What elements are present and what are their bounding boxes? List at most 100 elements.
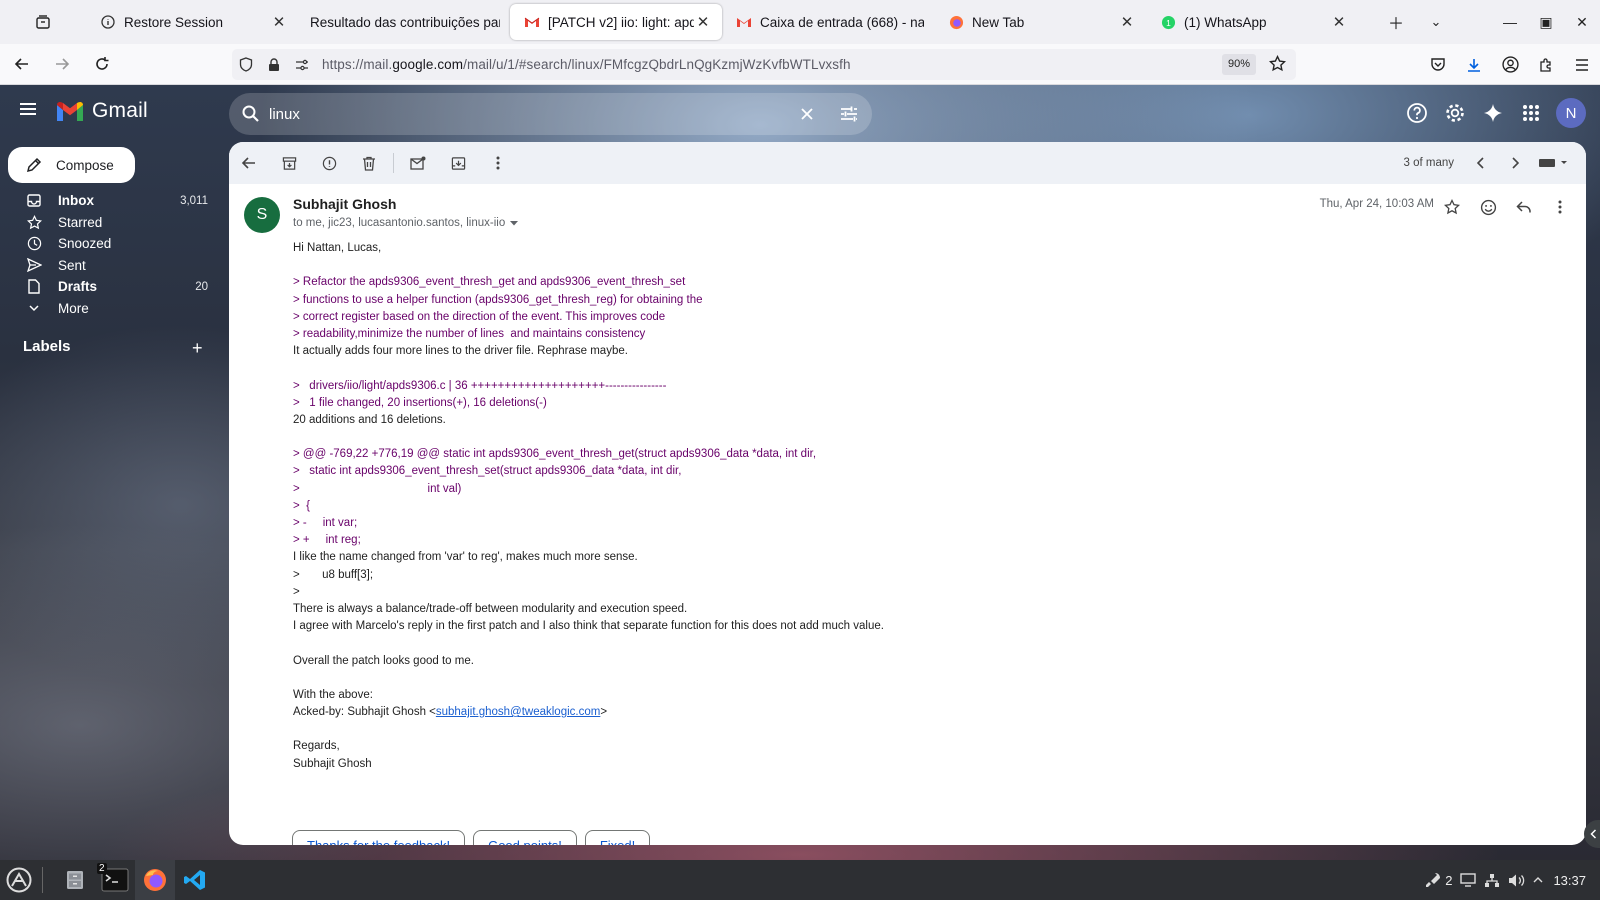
reload-icon[interactable]	[84, 48, 120, 80]
help-icon[interactable]	[1398, 95, 1436, 131]
zoom-level[interactable]: 90%	[1221, 54, 1256, 75]
tab-new-tab[interactable]: New Tab ✕	[934, 0, 1146, 44]
sidebar-item-drafts[interactable]: Drafts 20	[0, 276, 224, 298]
star-icon[interactable]	[1434, 192, 1470, 222]
close-window-icon[interactable]: ✕	[1564, 14, 1600, 31]
sidebar-item-label: Sent	[58, 257, 86, 273]
pocket-icon[interactable]	[1420, 57, 1456, 72]
chevron-down-icon	[26, 304, 42, 312]
apps-grid-icon[interactable]	[1512, 95, 1550, 131]
lock-icon[interactable]	[260, 57, 288, 72]
reply-icon[interactable]	[1506, 192, 1542, 222]
more-vertical-icon[interactable]	[1542, 192, 1578, 222]
main-menu-icon[interactable]	[18, 100, 38, 121]
back-to-list-icon[interactable]	[229, 147, 269, 179]
tab-contribuicoes[interactable]: Resultado das contribuições par	[298, 0, 510, 44]
start-menu-button[interactable]	[0, 860, 38, 900]
side-panel-toggle[interactable]	[1584, 820, 1600, 848]
message-panel: 3 of many S Subhajit Ghosh to me, jic23,…	[229, 142, 1586, 845]
tab-whatsapp[interactable]: 1 (1) WhatsApp ✕	[1146, 0, 1358, 44]
chevron-right-icon[interactable]	[1498, 147, 1532, 179]
caret-down-icon[interactable]	[509, 219, 519, 227]
clock[interactable]: 13:37	[1553, 873, 1586, 888]
acked-prefix: Acked-by: Subhajit Ghosh <	[293, 706, 436, 719]
download-icon[interactable]	[1456, 57, 1492, 73]
add-label-icon[interactable]: +	[192, 338, 203, 359]
tab-caixa-entrada[interactable]: Caixa de entrada (668) - natt	[722, 0, 934, 44]
compose-button[interactable]: Compose	[8, 147, 135, 183]
close-icon[interactable]: ✕	[694, 13, 712, 31]
account-icon[interactable]	[1492, 56, 1528, 73]
gmail-logo[interactable]: Gmail	[56, 99, 148, 123]
quoted-line: > static int apds9306_event_thresh_set(s…	[293, 465, 682, 478]
sender-avatar[interactable]: S	[244, 197, 280, 233]
volume-icon[interactable]	[1508, 873, 1525, 888]
close-icon[interactable]: ✕	[1330, 13, 1348, 31]
smart-reply-chip[interactable]: Good points!	[473, 830, 577, 845]
new-tab-icon[interactable]: ＋	[1376, 10, 1416, 34]
report-spam-icon[interactable]	[309, 147, 349, 179]
message-date: Thu, Apr 24, 10:03 AM	[1319, 198, 1434, 210]
close-icon[interactable]: ✕	[1118, 13, 1136, 31]
bookmark-star-icon[interactable]	[1268, 54, 1287, 75]
chevron-down-icon[interactable]: ⌄	[1416, 14, 1456, 30]
file-cabinet-icon	[67, 871, 83, 889]
search-options-icon[interactable]	[826, 105, 872, 123]
system-tray: 2 13:37	[1421, 860, 1600, 900]
sidebar-item-sent[interactable]: Sent	[0, 255, 224, 277]
permissions-icon[interactable]	[288, 59, 316, 71]
more-vertical-icon[interactable]	[478, 147, 518, 179]
close-icon[interactable]: ✕	[270, 13, 288, 31]
shield-icon[interactable]	[232, 57, 260, 72]
sidebar-item-more[interactable]: More	[0, 298, 224, 320]
file-manager-launcher[interactable]	[55, 860, 95, 900]
tab-manager-button[interactable]	[0, 0, 86, 44]
smart-reply-chip[interactable]: Fixed!	[584, 830, 651, 845]
tray-chevron-icon[interactable]	[1533, 876, 1543, 884]
settings-gear-icon[interactable]	[1436, 95, 1474, 131]
maximize-icon[interactable]: ▣	[1528, 14, 1564, 31]
notification-rocket-icon[interactable]	[1425, 872, 1441, 888]
os-taskbar: 2 2 13:37	[0, 860, 1600, 900]
tab-restore-session[interactable]: Restore Session ✕	[86, 0, 298, 44]
extensions-icon[interactable]	[1528, 57, 1564, 73]
input-tools-icon[interactable]	[1532, 147, 1576, 179]
minimize-icon[interactable]: —	[1492, 14, 1528, 30]
delete-icon[interactable]	[349, 147, 389, 179]
vscode-launcher[interactable]	[175, 860, 215, 900]
account-avatar[interactable]: N	[1556, 98, 1586, 128]
tab-patch-v2[interactable]: [PATCH v2] iio: light: apds93 ✕	[510, 4, 722, 40]
body-line: Hi Nattan, Lucas,	[293, 242, 382, 254]
quoted-line: > correct register based on the directio…	[293, 310, 666, 323]
archive-icon[interactable]	[269, 147, 309, 179]
terminal-launcher[interactable]: 2	[95, 860, 135, 900]
mark-unread-icon[interactable]	[398, 147, 438, 179]
body-line: There is always a balance/trade-off betw…	[293, 602, 688, 615]
network-icon[interactable]	[1484, 873, 1500, 888]
email-link[interactable]: subhajit.ghosh@tweaklogic.com	[436, 706, 600, 718]
body-line	[293, 429, 1293, 446]
clear-search-icon[interactable]	[788, 106, 826, 122]
search-input[interactable]	[269, 105, 788, 123]
back-icon[interactable]	[4, 48, 40, 80]
smart-reply-chip[interactable]: Thanks for the feedback!	[292, 830, 466, 845]
message-body: Hi Nattan, Lucas, > Refactor the apds9306…	[293, 240, 1293, 773]
url-text[interactable]: https://mail.google.com/mail/u/1/#search…	[322, 57, 851, 72]
body-line: I like the name changed from 'var' to re…	[293, 551, 638, 564]
search-icon[interactable]	[241, 104, 261, 127]
sidebar-item-starred[interactable]: Starred	[0, 212, 224, 234]
move-to-icon[interactable]	[438, 147, 478, 179]
forward-icon[interactable]	[44, 48, 80, 80]
sidebar-item-inbox[interactable]: Inbox 3,011	[0, 190, 224, 212]
sidebar-item-snoozed[interactable]: Snoozed	[0, 233, 224, 255]
emoji-react-icon[interactable]	[1470, 192, 1506, 222]
chevron-left-icon[interactable]	[1464, 147, 1498, 179]
recipients-line[interactable]: to me, jic23, lucasantonio.santos, linux…	[293, 217, 519, 229]
sender-name[interactable]: Subhajit Ghosh	[293, 196, 396, 212]
url-bar[interactable]: https://mail.google.com/mail/u/1/#search…	[232, 49, 1296, 80]
firefox-launcher[interactable]	[135, 860, 175, 900]
gemini-sparkle-icon[interactable]	[1474, 95, 1512, 131]
display-icon[interactable]	[1460, 873, 1477, 887]
menu-icon[interactable]	[1564, 58, 1600, 72]
chevron-left-icon	[1589, 829, 1596, 839]
